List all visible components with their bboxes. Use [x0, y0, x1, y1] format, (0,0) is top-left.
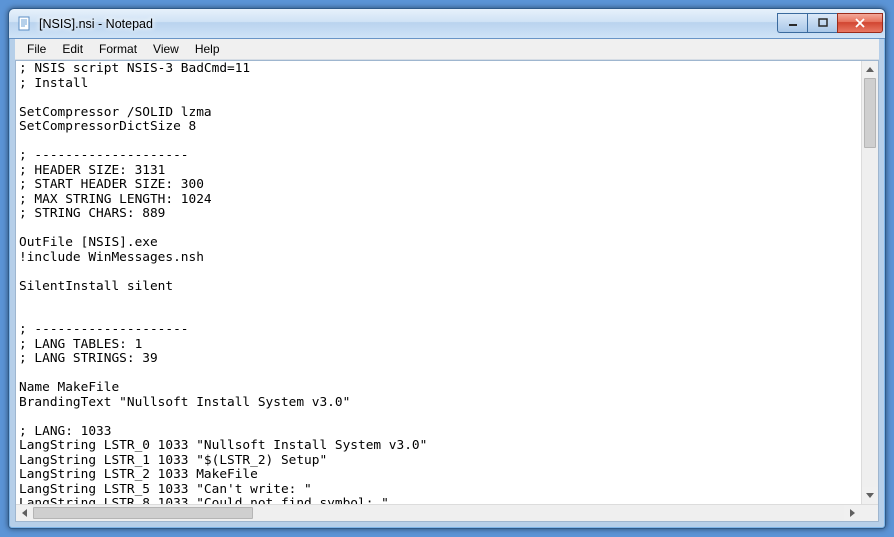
- window-controls: [777, 14, 883, 33]
- menu-format[interactable]: Format: [91, 39, 145, 59]
- horizontal-scroll-thumb[interactable]: [33, 507, 253, 519]
- minimize-icon: [788, 18, 798, 28]
- chevron-right-icon: [850, 509, 855, 517]
- chevron-up-icon: [866, 67, 874, 72]
- menu-file[interactable]: File: [19, 39, 54, 59]
- menu-help[interactable]: Help: [187, 39, 228, 59]
- scroll-right-button[interactable]: [844, 505, 861, 521]
- minimize-button[interactable]: [777, 13, 807, 33]
- text-editor[interactable]: ; NSIS script NSIS-3 BadCmd=11 ; Install…: [16, 61, 861, 504]
- chevron-down-icon: [866, 493, 874, 498]
- vertical-scroll-track[interactable]: [862, 78, 878, 487]
- menubar: File Edit Format View Help: [15, 39, 879, 60]
- vertical-scroll-thumb[interactable]: [864, 78, 876, 148]
- maximize-button[interactable]: [807, 13, 837, 33]
- window-title: [NSIS].nsi - Notepad: [39, 17, 777, 31]
- titlebar[interactable]: [NSIS].nsi - Notepad: [9, 9, 885, 39]
- maximize-icon: [818, 18, 828, 28]
- scroll-left-button[interactable]: [16, 505, 33, 521]
- scroll-corner: [861, 505, 878, 521]
- chevron-left-icon: [22, 509, 27, 517]
- close-button[interactable]: [837, 13, 883, 33]
- client-area: ; NSIS script NSIS-3 BadCmd=11 ; Install…: [15, 60, 879, 522]
- menu-view[interactable]: View: [145, 39, 187, 59]
- app-icon: [17, 16, 33, 32]
- app-window: [NSIS].nsi - Notepad File Edit Format Vi…: [8, 8, 886, 529]
- horizontal-scroll-track[interactable]: [33, 505, 844, 521]
- scroll-down-button[interactable]: [862, 487, 878, 504]
- horizontal-scrollbar[interactable]: [16, 504, 878, 521]
- vertical-scrollbar[interactable]: [861, 61, 878, 504]
- scroll-up-button[interactable]: [862, 61, 878, 78]
- close-icon: [854, 18, 866, 28]
- menu-edit[interactable]: Edit: [54, 39, 91, 59]
